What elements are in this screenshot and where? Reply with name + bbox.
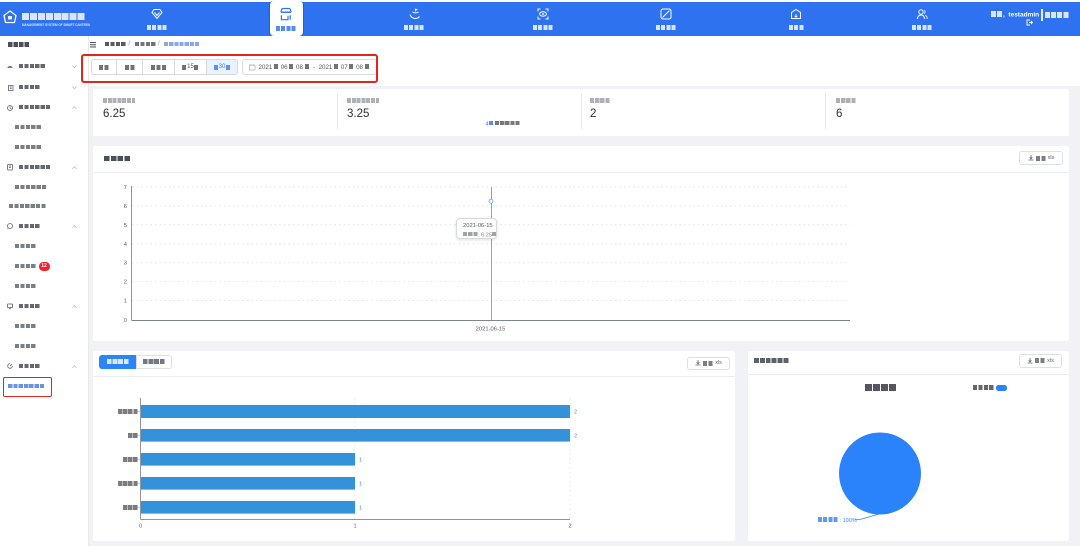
svg-text:2021-06-15: 2021-06-15 (476, 327, 506, 333)
svg-text:4: 4 (124, 242, 128, 248)
svg-text:6: 6 (124, 204, 127, 210)
svg-text:0: 0 (124, 318, 127, 324)
svg-text:2: 2 (124, 280, 127, 286)
svg-text:1: 1 (359, 481, 362, 487)
svg-text:1: 1 (359, 457, 362, 463)
svg-text:1: 1 (124, 299, 127, 305)
svg-text:1: 1 (353, 524, 356, 530)
svg-text:0: 0 (139, 524, 142, 530)
svg-text:1: 1 (359, 505, 362, 511)
svg-text:2: 2 (574, 433, 577, 439)
svg-text:3: 3 (124, 261, 127, 267)
svg-text:2: 2 (568, 524, 571, 530)
svg-text:5: 5 (124, 223, 127, 229)
svg-text:2: 2 (574, 410, 577, 416)
svg-text:7: 7 (124, 185, 127, 191)
